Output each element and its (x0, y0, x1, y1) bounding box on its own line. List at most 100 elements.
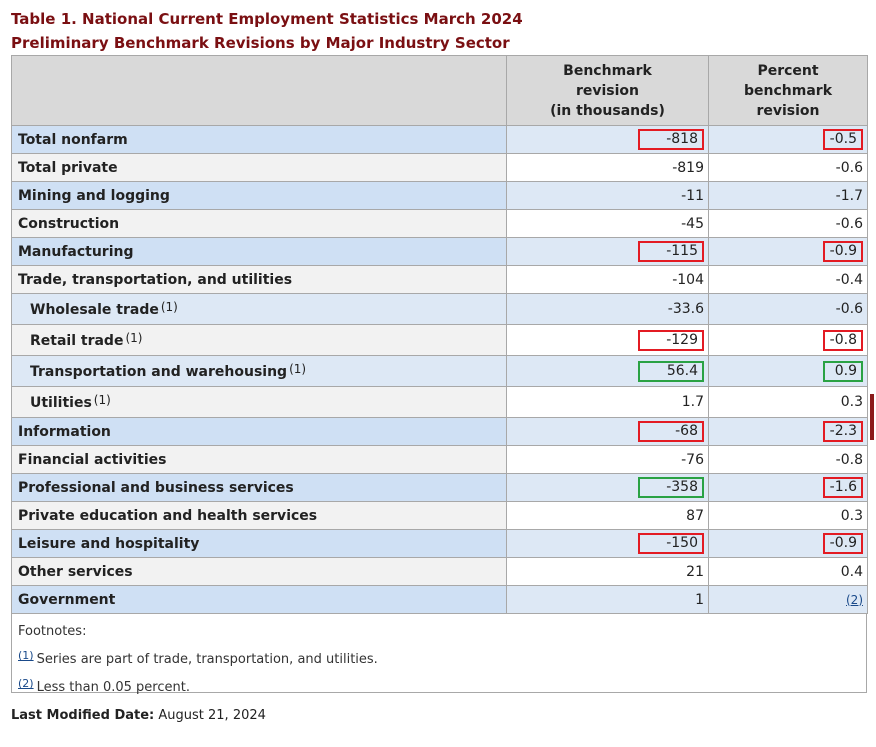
table-row: Transportation and warehousing (1) 56.4 0.9 (11, 355, 868, 387)
benchmark-cell-highlight-red: -150 (638, 533, 704, 554)
row-label: Utilities (1) (11, 386, 507, 418)
percent-cell-value: -0.6 (835, 301, 863, 317)
percent-cell: 0.9 (708, 355, 868, 387)
benchmark-cell: -45 (506, 209, 709, 238)
table-body: Total nonfarm -818 -0.5 Total private -819 -0… (11, 125, 868, 614)
row-footnote-ref[interactable]: (1) (125, 331, 142, 345)
benchmark-cell: -11 (506, 181, 709, 210)
percent-cell-value: -1.7 (835, 187, 863, 204)
table-title: Table 1. National Current Employment Sta… (11, 7, 523, 55)
percent-cell-value: 0.4 (840, 563, 863, 580)
footnotes-heading: Footnotes: (18, 624, 87, 639)
percent-cell: 0.4 (708, 557, 868, 586)
row-footnote-ref[interactable]: (1) (289, 362, 306, 376)
footnote-2: (2) Less than 0.05 percent. (18, 672, 860, 700)
benchmark-cell-highlight-red: -818 (638, 129, 704, 150)
row-label: Construction (11, 209, 507, 238)
row-label: Retail trade (1) (11, 324, 507, 356)
row-label-text: Information (18, 423, 111, 440)
row-label: Other services (11, 557, 507, 586)
row-label: Transportation and warehousing (1) (11, 355, 507, 387)
percent-cell: -0.6 (708, 153, 868, 182)
row-label: Wholesale trade (1) (11, 293, 507, 325)
side-scroll-marker (870, 394, 874, 440)
row-label: Private education and health services (11, 501, 507, 530)
benchmark-cell-value: -819 (672, 159, 704, 176)
table-row: Construction -45 -0.6 (11, 209, 868, 238)
benchmark-cell-value: 87 (686, 507, 704, 524)
percent-cell-value: -0.6 (835, 215, 863, 232)
row-label-text: Leisure and hospitality (18, 535, 200, 552)
table-row: Private education and health services 87 0… (11, 501, 868, 530)
benchmark-cell: -33.6 (506, 293, 709, 325)
percent-cell-value: 0.3 (840, 507, 863, 524)
percent-cell-highlight-green: 0.9 (823, 360, 863, 382)
percent-cell-value: -0.4 (835, 271, 863, 288)
percent-cell: -0.8 (708, 445, 868, 474)
row-label-text: Other services (18, 563, 133, 580)
benchmark-cell-highlight-red: -129 (638, 329, 704, 351)
row-label: Trade, transportation, and utilities (11, 265, 507, 294)
footnote-1-link[interactable]: (1) (18, 649, 34, 662)
row-label-text: Manufacturing (18, 243, 134, 260)
header-percent-line2: benchmark (744, 82, 832, 99)
row-label: Government (11, 585, 507, 614)
percent-cell-value: 0.3 (840, 394, 863, 410)
table-row: Total private -819 -0.6 (11, 153, 868, 182)
row-label-text: Total nonfarm (18, 131, 128, 148)
row-label-text: Mining and logging (18, 187, 170, 204)
percent-cell: -1.7 (708, 181, 868, 210)
benchmark-cell: -129 (506, 324, 709, 356)
table-row: Other services 21 0.4 (11, 557, 868, 586)
header-percent-line1: Percent (757, 62, 819, 79)
benchmark-cell-highlight-green: 56.4 (638, 360, 704, 382)
row-label-text: Wholesale trade (30, 302, 159, 318)
header-stub (11, 55, 507, 126)
table-row: Government 1 (2) (11, 585, 868, 614)
percent-cell: 0.3 (708, 386, 868, 418)
footnote-2-ref-link[interactable]: (2) (846, 593, 863, 607)
footnote-2-link[interactable]: (2) (18, 677, 34, 690)
table-row: Utilities (1) 1.7 0.3 (11, 386, 868, 418)
percent-cell-value: -0.6 (835, 159, 863, 176)
row-label: Leisure and hospitality (11, 529, 507, 558)
percent-cell: -2.3 (708, 417, 868, 446)
percent-cell: -1.6 (708, 473, 868, 502)
table-title-line1: Table 1. National Current Employment Sta… (11, 10, 523, 28)
benchmark-cell-value: 21 (686, 563, 704, 580)
table-row: Manufacturing -115 -0.9 (11, 237, 868, 266)
percent-cell: -0.8 (708, 324, 868, 356)
last-modified: Last Modified Date: August 21, 2024 (11, 708, 266, 723)
row-label: Total private (11, 153, 507, 182)
benchmark-cell-value: -33.6 (667, 301, 704, 317)
table-row: Leisure and hospitality -150 -0.9 (11, 529, 868, 558)
row-label: Manufacturing (11, 237, 507, 266)
table-title-line2: Preliminary Benchmark Revisions by Major… (11, 34, 510, 52)
row-label-text: Government (18, 591, 116, 608)
benchmark-cell: -358 (506, 473, 709, 502)
percent-cell-highlight-red: -0.8 (823, 329, 863, 351)
percent-cell: (2) (708, 585, 868, 614)
row-footnote-ref[interactable]: (1) (94, 393, 111, 407)
row-label: Mining and logging (11, 181, 507, 210)
benchmark-cell: -76 (506, 445, 709, 474)
benchmark-cell-value: -104 (672, 271, 704, 288)
benchmark-cell-value: -45 (681, 215, 704, 232)
row-label: Professional and business services (11, 473, 507, 502)
benchmark-cell: 1 (506, 585, 709, 614)
row-label-text: Financial activities (18, 451, 167, 468)
percent-cell-highlight-red: -0.9 (823, 533, 863, 554)
row-label: Total nonfarm (11, 125, 507, 154)
row-label-text: Utilities (30, 395, 92, 411)
table-row: Trade, transportation, and utilities -104… (11, 265, 868, 294)
header-percent-line3: revision (756, 102, 820, 119)
row-footnote-ref[interactable]: (1) (161, 300, 178, 314)
percent-cell: 0.3 (708, 501, 868, 530)
row-label-text: Construction (18, 215, 120, 232)
benchmark-cell: -68 (506, 417, 709, 446)
benchmark-cell-value: 1.7 (681, 394, 704, 410)
header-benchmark-line2: revision (575, 82, 640, 99)
percent-cell: -0.6 (708, 293, 868, 325)
benchmark-cell-value: 1 (695, 591, 704, 608)
percent-cell-value: -0.8 (835, 451, 863, 468)
